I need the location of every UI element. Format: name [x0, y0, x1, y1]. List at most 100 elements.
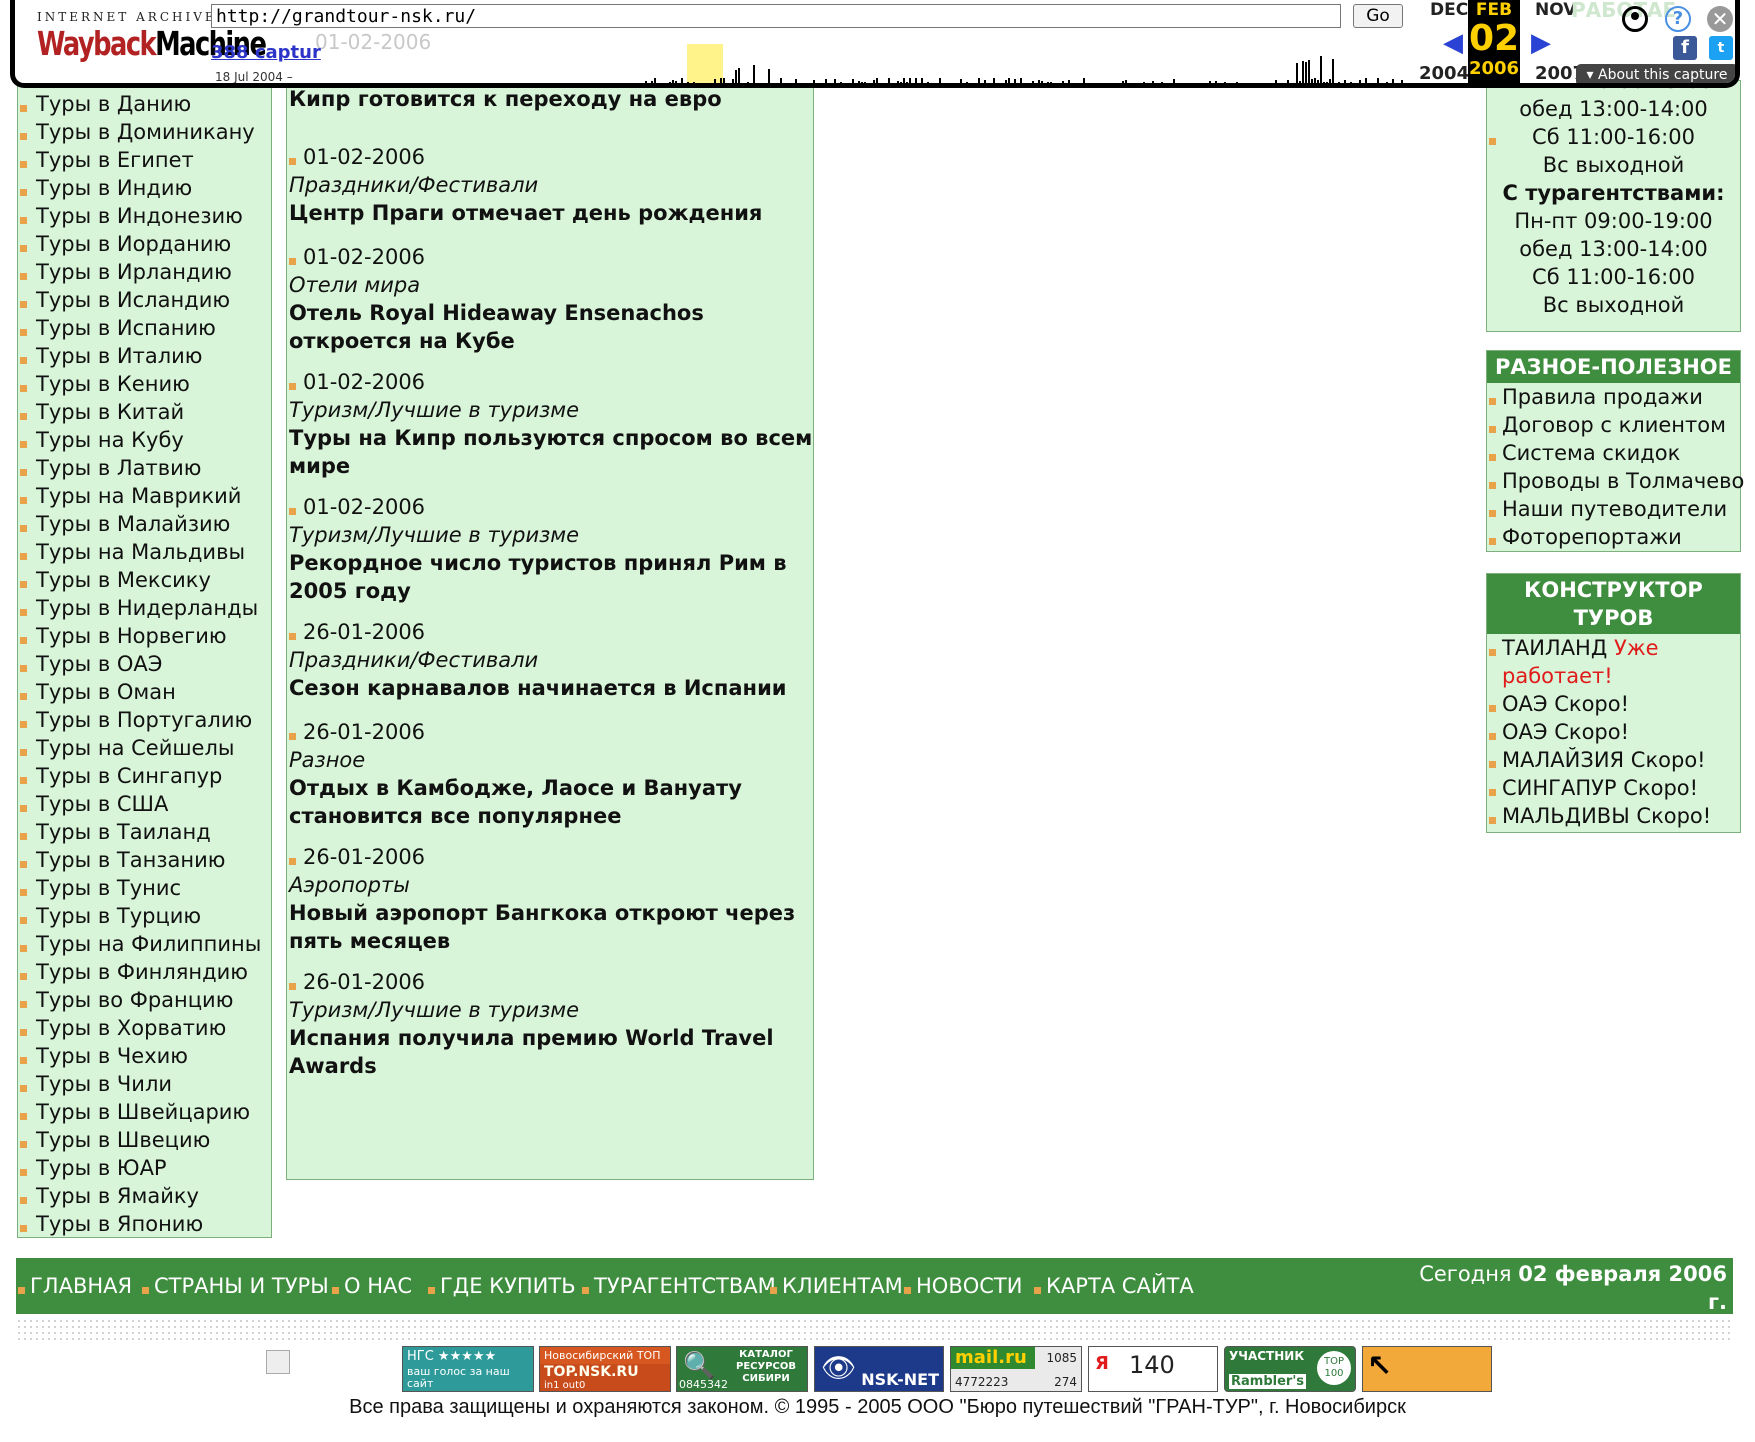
- footer-nav-link[interactable]: ТУРАГЕНТСТВАМ: [580, 1272, 776, 1300]
- country-link[interactable]: Туры в Хорватию: [18, 1014, 261, 1042]
- news-category[interactable]: Праздники/Фестивали: [287, 646, 813, 674]
- rambler-top100-badge[interactable]: УЧАСТНИК Rambler's TOP 100: [1224, 1346, 1356, 1392]
- country-link[interactable]: Туры в США: [18, 790, 261, 818]
- constructor-item[interactable]: МАЛЬДИВЫ Скоро!: [1487, 802, 1740, 830]
- go-button[interactable]: Go: [1353, 4, 1403, 28]
- country-link[interactable]: Туры в ОАЭ: [18, 650, 261, 678]
- country-link[interactable]: Туры в Испанию: [18, 314, 261, 342]
- country-link[interactable]: Туры в Оман: [18, 678, 261, 706]
- country-link[interactable]: Туры в Танзанию: [18, 846, 261, 874]
- country-link[interactable]: Туры в Тунис: [18, 874, 261, 902]
- country-link[interactable]: Туры в Индонезию: [18, 202, 261, 230]
- country-link[interactable]: Туры в Финляндию: [18, 958, 261, 986]
- footer-nav-link[interactable]: О НАС: [330, 1272, 412, 1300]
- news-headline-partial[interactable]: Кипр готовится к переходу на евро: [287, 85, 813, 113]
- country-link[interactable]: Туры в Нидерланды: [18, 594, 261, 622]
- country-link[interactable]: Туры в Таиланд: [18, 818, 261, 846]
- news-headline[interactable]: Новый аэропорт Бангкока откроют через пя…: [287, 899, 813, 955]
- country-link[interactable]: Туры на Мальдивы: [18, 538, 261, 566]
- country-link[interactable]: Туры в Индию: [18, 174, 261, 202]
- news-headline[interactable]: Сезон карнавалов начинается в Испании: [287, 674, 813, 702]
- country-link[interactable]: Туры в Сингапур: [18, 762, 261, 790]
- help-icon[interactable]: ?: [1665, 6, 1691, 32]
- news-category[interactable]: Аэропорты: [287, 871, 813, 899]
- nsk-top-badge[interactable]: Новосибирский ТОП TOP.NSK.RU in1 out0: [539, 1346, 671, 1392]
- country-link[interactable]: Туры в Италию: [18, 342, 261, 370]
- constructor-item[interactable]: ОАЭ Скоро!: [1487, 690, 1740, 718]
- country-link[interactable]: Туры на Сейшелы: [18, 734, 261, 762]
- close-icon[interactable]: ✕: [1707, 6, 1733, 32]
- constructor-item[interactable]: МАЛАЙЗИЯ Скоро!: [1487, 746, 1740, 774]
- country-link[interactable]: Туры в Норвегию: [18, 622, 261, 650]
- capture-sparkline[interactable]: [633, 40, 1403, 86]
- country-link[interactable]: Туры на Кубу: [18, 426, 261, 454]
- ngs-counter-badge[interactable]: НГС ★★★★★ ваш голос за наш сайт: [402, 1346, 534, 1392]
- constructor-item-thailand[interactable]: ТАИЛАНД Уже работает!: [1487, 634, 1740, 690]
- news-headline[interactable]: Отдых в Камбодже, Лаосе и Вануату станов…: [287, 774, 813, 830]
- country-link[interactable]: Туры в Латвию: [18, 454, 261, 482]
- country-link[interactable]: Туры на Филиппины: [18, 930, 261, 958]
- country-link[interactable]: Туры в Египет: [18, 146, 261, 174]
- country-link[interactable]: Туры в Японию: [18, 1210, 261, 1238]
- country-link[interactable]: Туры в Исландию: [18, 286, 261, 314]
- country-link[interactable]: Туры в Мексику: [18, 566, 261, 594]
- country-link[interactable]: Туры в Иорданию: [18, 230, 261, 258]
- news-category[interactable]: Отели мира: [287, 271, 813, 299]
- country-link[interactable]: Туры в Доминикану: [18, 118, 261, 146]
- footer-nav-link[interactable]: ГЛАВНАЯ: [16, 1272, 132, 1300]
- footer-nav-link[interactable]: НОВОСТИ: [902, 1272, 1022, 1300]
- url-input[interactable]: http://grandtour-nsk.ru/: [211, 4, 1341, 28]
- useful-link[interactable]: Наши путеводители: [1487, 495, 1740, 523]
- catalog-siberia-badge[interactable]: 🔍 КАТАЛОГ РЕСУРСОВ СИБИРИ 0845342: [676, 1346, 808, 1392]
- news-category[interactable]: Разное: [287, 746, 813, 774]
- news-category[interactable]: Туризм/Лучшие в туризме: [287, 521, 813, 549]
- country-link[interactable]: Туры в Кению: [18, 370, 261, 398]
- prev-capture-arrow-icon[interactable]: ◀: [1443, 28, 1463, 58]
- facebook-icon[interactable]: f: [1673, 36, 1697, 60]
- news-category[interactable]: Праздники/Фестивали: [287, 171, 813, 199]
- prev-year[interactable]: 2004: [1419, 63, 1469, 83]
- country-link[interactable]: Туры в Ямайку: [18, 1182, 261, 1210]
- captures-link[interactable]: 388 captur: [211, 42, 321, 63]
- country-link[interactable]: Туры в Ирландию: [18, 258, 261, 286]
- news-category[interactable]: Туризм/Лучшие в туризме: [287, 996, 813, 1024]
- useful-link[interactable]: Правила продажи: [1487, 383, 1740, 411]
- country-link[interactable]: Туры в Португалию: [18, 706, 261, 734]
- arrow-badge[interactable]: ↖: [1362, 1346, 1492, 1392]
- user-account-icon[interactable]: [1622, 6, 1648, 32]
- country-link[interactable]: Туры в Данию: [18, 90, 261, 118]
- country-link[interactable]: Туры в ЮАР: [18, 1154, 261, 1182]
- country-link[interactable]: Туры в Швейцарию: [18, 1098, 261, 1126]
- country-link[interactable]: Туры в Китай: [18, 398, 261, 426]
- country-link[interactable]: Туры в Чехию: [18, 1042, 261, 1070]
- country-link[interactable]: Туры в Малайзию: [18, 510, 261, 538]
- country-link[interactable]: Туры в Турцию: [18, 902, 261, 930]
- constructor-item[interactable]: СИНГАПУР Скоро!: [1487, 774, 1740, 802]
- yandex-counter-badge[interactable]: Я 140: [1088, 1346, 1218, 1392]
- country-link[interactable]: Туры на Маврикий: [18, 482, 261, 510]
- prev-month[interactable]: DEC: [1430, 0, 1468, 20]
- useful-link[interactable]: Фоторепортажи: [1487, 523, 1740, 551]
- footer-nav-link[interactable]: СТРАНЫ И ТУРЫ: [140, 1272, 329, 1300]
- mailru-counter-badge[interactable]: mail.ru 4772223 1085 274: [950, 1346, 1082, 1392]
- footer-nav-link[interactable]: ГДЕ КУПИТЬ: [426, 1272, 576, 1300]
- country-link[interactable]: Туры во Францию: [18, 986, 261, 1014]
- useful-link[interactable]: Договор с клиентом: [1487, 411, 1740, 439]
- country-link[interactable]: Туры в Чили: [18, 1070, 261, 1098]
- news-headline[interactable]: Отель Royal Hideaway Ensenachos откроетс…: [287, 299, 813, 355]
- useful-link[interactable]: Проводы в Толмачево: [1487, 467, 1744, 495]
- news-category[interactable]: Туризм/Лучшие в туризме: [287, 396, 813, 424]
- news-headline[interactable]: Рекордное число туристов принял Рим в 20…: [287, 549, 813, 605]
- next-capture-arrow-icon[interactable]: ▶: [1531, 28, 1551, 58]
- useful-link[interactable]: Система скидок: [1487, 439, 1740, 467]
- twitter-icon[interactable]: t: [1709, 36, 1733, 60]
- country-link[interactable]: Туры в Швецию: [18, 1126, 261, 1154]
- constructor-item[interactable]: ОАЭ Скоро!: [1487, 718, 1740, 746]
- footer-nav-link[interactable]: КАРТА САЙТА: [1032, 1272, 1194, 1300]
- about-capture-button[interactable]: ▾ About this capture: [1576, 64, 1735, 83]
- news-headline[interactable]: Центр Праги отмечает день рождения: [287, 199, 813, 227]
- footer-nav-link[interactable]: КЛИЕНТАМ: [768, 1272, 903, 1300]
- nsk-net-badge[interactable]: 👁 NSK-NET: [814, 1346, 944, 1392]
- news-headline[interactable]: Испания получила премию World Travel Awa…: [287, 1024, 813, 1080]
- news-headline[interactable]: Туры на Кипр пользуются спросом во всем …: [287, 424, 813, 480]
